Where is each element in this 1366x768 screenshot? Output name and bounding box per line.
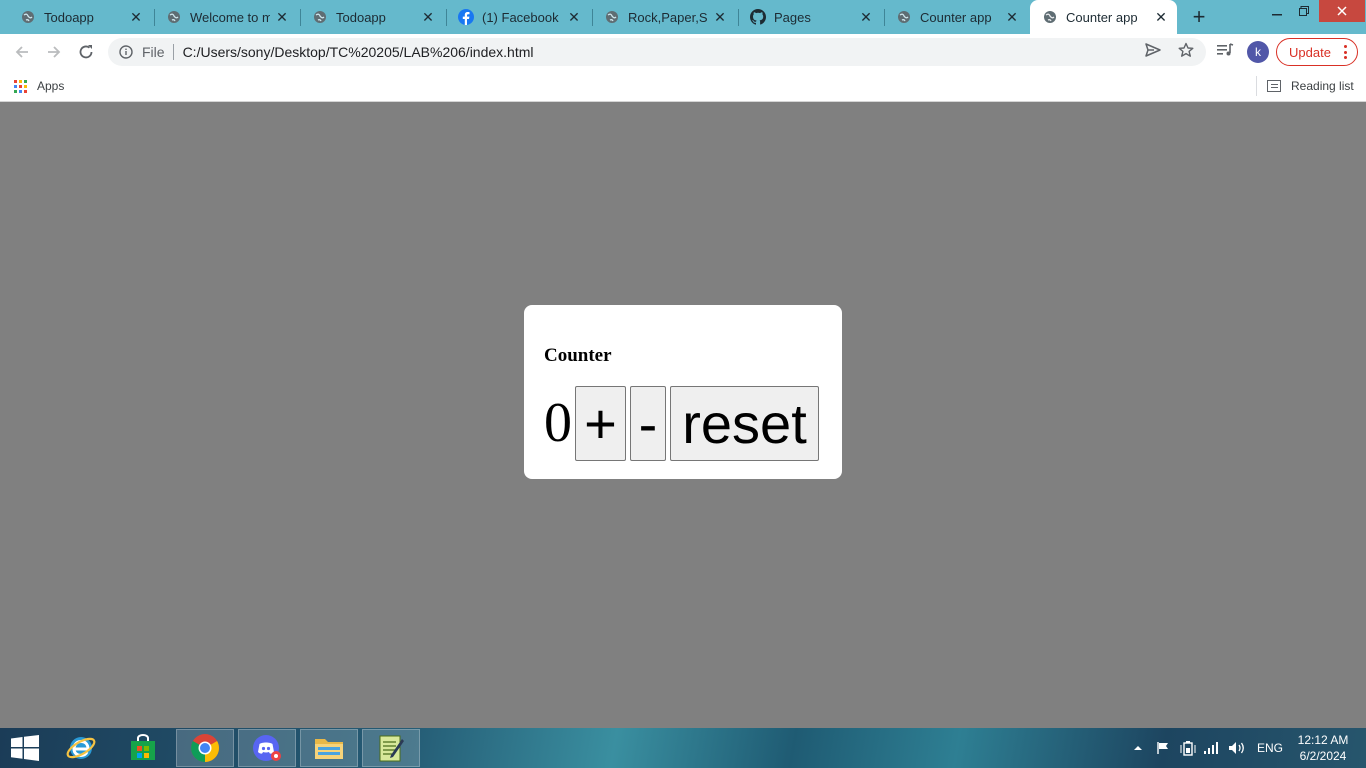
- close-icon[interactable]: ✕: [566, 9, 582, 25]
- update-button[interactable]: Update: [1276, 38, 1358, 66]
- store-icon: [131, 734, 155, 760]
- bookmark-star-icon[interactable]: [1176, 40, 1196, 60]
- taskbar: ENG 12:12 AM 6/2/2024: [0, 728, 1366, 768]
- globe-icon: [604, 9, 620, 25]
- globe-icon: [312, 9, 328, 25]
- internet-explorer-button[interactable]: [52, 729, 110, 767]
- clock[interactable]: 12:12 AM 6/2/2024: [1290, 732, 1356, 764]
- tab-title: Welcome to my: [190, 9, 270, 25]
- notepad-button[interactable]: [362, 729, 420, 767]
- chevron-up-icon: [1134, 746, 1142, 750]
- tab-counter-app[interactable]: Counter app ✕: [876, 0, 1028, 34]
- facebook-icon: [458, 9, 474, 25]
- tab-counter-app-active[interactable]: Counter app ✕: [1030, 0, 1177, 34]
- network-signal-icon[interactable]: [1203, 728, 1219, 768]
- bookmarks-bar: Apps Reading list: [0, 70, 1366, 102]
- notepad-icon: [379, 735, 404, 762]
- globe-icon: [166, 9, 182, 25]
- decrement-button[interactable]: -: [630, 386, 666, 461]
- divider: [172, 44, 174, 60]
- tab-title: Todoapp: [336, 9, 386, 25]
- apps-grid-icon: [14, 79, 27, 93]
- chrome-button[interactable]: [176, 729, 234, 767]
- back-button[interactable]: [10, 40, 34, 64]
- file-explorer-icon: [315, 739, 343, 759]
- chrome-icon: [191, 734, 219, 762]
- globe-icon: [1042, 9, 1058, 25]
- start-icon: [11, 735, 39, 761]
- info-icon[interactable]: [118, 44, 134, 60]
- scheme-label: File: [142, 44, 165, 60]
- send-icon[interactable]: [1143, 40, 1163, 60]
- address-bar[interactable]: File C:/Users/sony/Desktop/TC%20205/LAB%…: [108, 38, 1206, 66]
- page-viewport: Counter 0 + - reset: [0, 103, 1366, 728]
- new-tab-button[interactable]: +: [1188, 4, 1210, 29]
- clock-time: 12:12 AM: [1297, 733, 1349, 747]
- tab-welcome[interactable]: Welcome to my ✕: [146, 0, 298, 34]
- close-icon[interactable]: ✕: [712, 9, 728, 25]
- file-explorer-button[interactable]: [300, 729, 358, 767]
- close-icon[interactable]: ✕: [1153, 9, 1169, 25]
- volume-icon[interactable]: [1228, 728, 1246, 768]
- tab-title: Todoapp: [44, 9, 94, 25]
- counter-card: Counter 0 + - reset: [524, 305, 842, 479]
- reload-button[interactable]: [74, 40, 98, 64]
- page-title: Counter: [544, 345, 612, 366]
- close-icon[interactable]: ✕: [420, 9, 436, 25]
- tab-strip: Todoapp ✕ Welcome to my ✕ Todoapp ✕ (1) …: [0, 0, 1366, 34]
- github-icon: [750, 9, 766, 25]
- reading-list-label: Reading list: [1291, 79, 1354, 93]
- discord-button[interactable]: [238, 729, 296, 767]
- tab-title: Pages: [774, 9, 811, 25]
- restore-button[interactable]: [1289, 0, 1319, 22]
- tab-title: (1) Facebook: [482, 9, 559, 25]
- increment-button[interactable]: +: [575, 386, 626, 461]
- profile-avatar[interactable]: k: [1247, 41, 1269, 63]
- close-icon[interactable]: ✕: [274, 9, 290, 25]
- start-button[interactable]: [0, 729, 50, 767]
- browser-toolbar: File C:/Users/sony/Desktop/TC%20205/LAB%…: [0, 34, 1366, 70]
- more-vert-icon: [1343, 45, 1347, 59]
- tab-title: Rock,Paper,Scis: [628, 9, 708, 25]
- reading-list-button[interactable]: Reading list: [1256, 76, 1354, 96]
- globe-icon: [20, 9, 36, 25]
- tab-rock-paper-scissors[interactable]: Rock,Paper,Scis ✕: [584, 0, 736, 34]
- discord-icon: [253, 735, 281, 761]
- apps-shortcut[interactable]: Apps: [14, 77, 64, 95]
- media-queue-icon[interactable]: [1215, 40, 1235, 60]
- update-label: Update: [1289, 44, 1331, 60]
- arrow-right-icon: [48, 46, 61, 58]
- tab-facebook[interactable]: (1) Facebook ✕: [438, 0, 590, 34]
- reload-icon: [79, 45, 93, 59]
- forward-button[interactable]: [42, 40, 66, 64]
- store-button[interactable]: [114, 729, 172, 767]
- clock-date: 6/2/2024: [1299, 749, 1347, 763]
- action-center-flag-icon[interactable]: [1156, 728, 1170, 768]
- tab-github-pages[interactable]: Pages ✕: [730, 0, 882, 34]
- input-language-indicator[interactable]: ENG: [1257, 728, 1283, 768]
- tab-title: Counter app: [920, 9, 992, 25]
- tab-todoapp[interactable]: Todoapp ✕: [0, 0, 152, 34]
- close-icon[interactable]: ✕: [1004, 9, 1020, 25]
- minimize-button[interactable]: [1262, 0, 1292, 22]
- count-value: 0: [544, 392, 572, 454]
- tab-todoapp-2[interactable]: Todoapp ✕: [292, 0, 444, 34]
- apps-label: Apps: [37, 79, 65, 93]
- show-hidden-icons-button[interactable]: [1133, 728, 1143, 768]
- tab-title: Counter app: [1066, 9, 1138, 25]
- counter-row: 0 + - reset: [544, 386, 822, 461]
- reading-list-icon: [1267, 80, 1281, 92]
- url-text[interactable]: C:/Users/sony/Desktop/TC%20205/LAB%206/i…: [183, 44, 534, 60]
- close-icon[interactable]: ✕: [128, 9, 144, 25]
- globe-icon: [896, 9, 912, 25]
- close-icon[interactable]: ✕: [858, 9, 874, 25]
- window-close-button[interactable]: [1319, 0, 1365, 22]
- internet-explorer-icon: [66, 737, 96, 759]
- arrow-left-icon: [15, 46, 28, 58]
- reset-button[interactable]: reset: [670, 386, 819, 461]
- battery-icon[interactable]: [1180, 728, 1196, 768]
